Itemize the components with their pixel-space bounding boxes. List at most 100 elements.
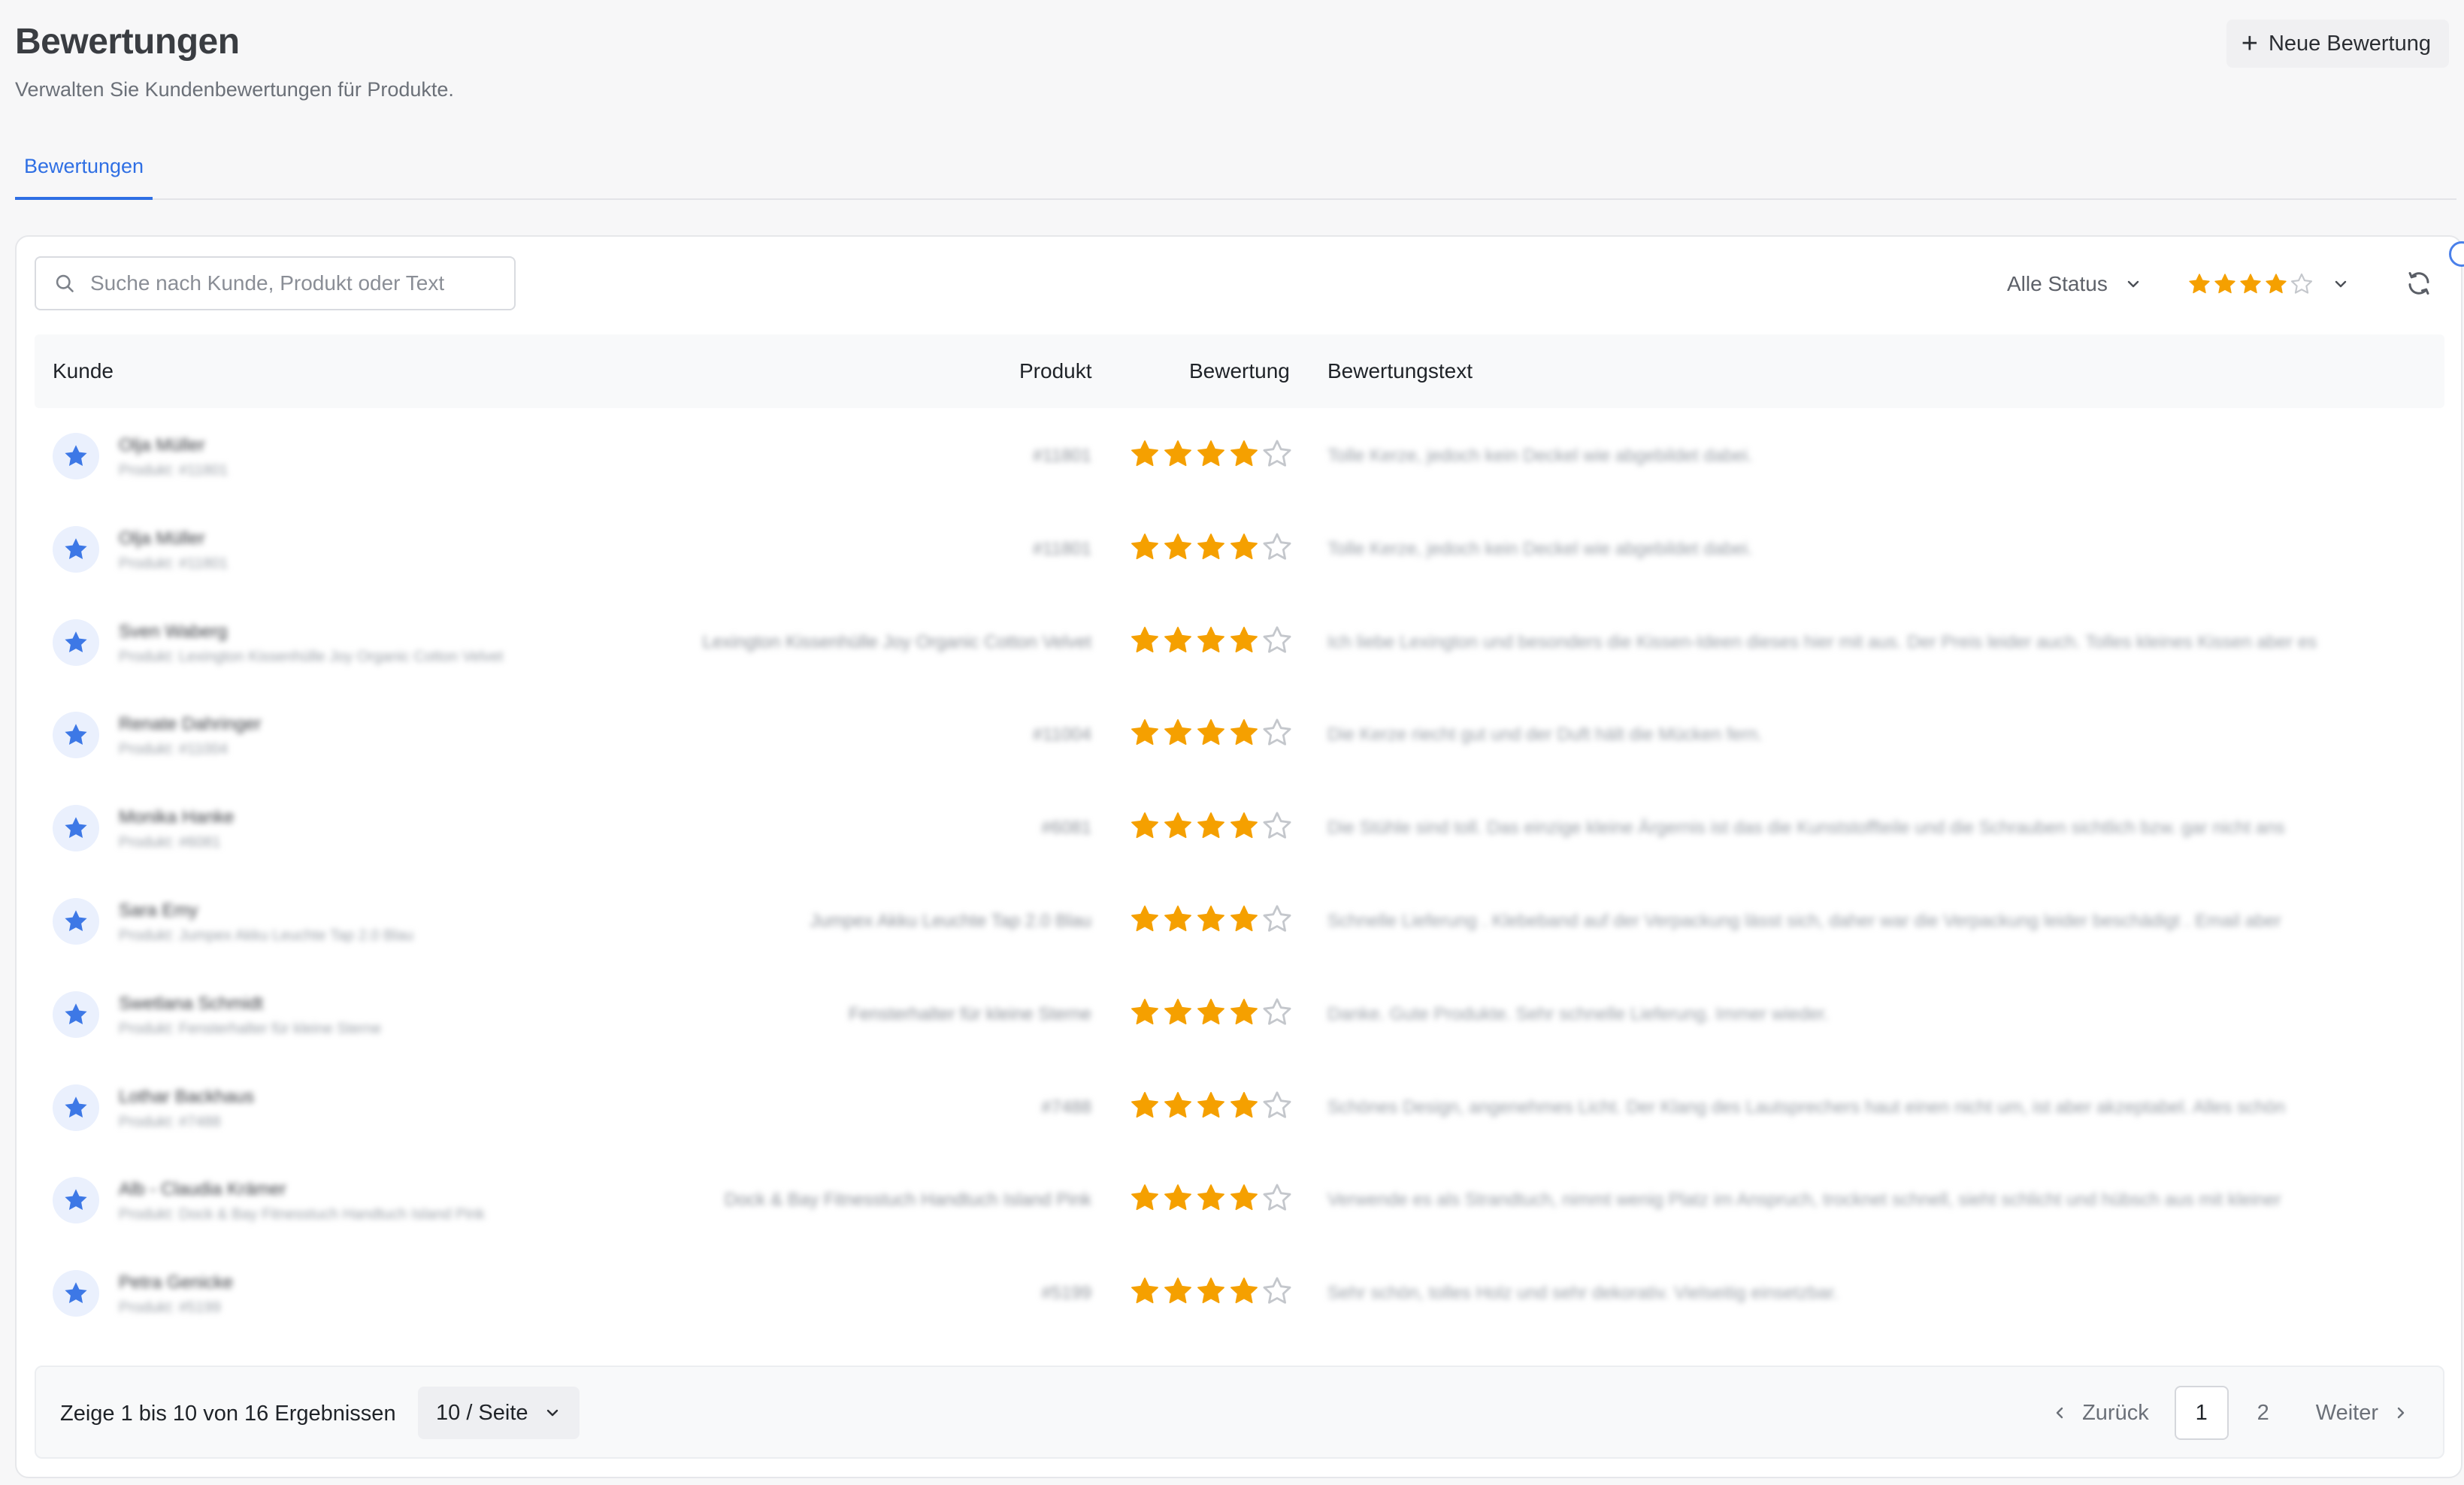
column-header-rating[interactable]: Bewertung: [1189, 334, 1290, 408]
avatar: [53, 433, 99, 479]
star-filled-icon: [1197, 1091, 1224, 1118]
pagination-footer: Zeige 1 bis 10 von 16 Ergebnissen 10 / S…: [35, 1366, 2444, 1459]
customer-product-subtitle: Produkt: #6081: [119, 834, 221, 851]
star-filled-icon: [1131, 440, 1158, 467]
star-filled-icon: [1230, 533, 1258, 559]
rating-stars: [1129, 717, 1293, 749]
column-header-product[interactable]: Produkt: [1019, 334, 1092, 408]
star-filled-icon: [1164, 905, 1191, 932]
review-text: Verwende es als Strandtuch, nimmt wenig …: [1327, 1190, 2281, 1211]
product-cell: Lexington Kissenhülle Joy Organic Cotton…: [702, 631, 1091, 652]
page-button-1[interactable]: 1: [2174, 1386, 2229, 1440]
star-filled-icon: [1131, 905, 1158, 932]
rating-stars: [1129, 997, 1293, 1028]
star-empty-icon: [1263, 1277, 1291, 1304]
star-filled-icon: [1230, 719, 1258, 746]
avatar: [53, 525, 99, 573]
star-filled-icon: [1164, 998, 1191, 1024]
status-filter-value: Alle Status: [2007, 272, 2108, 295]
rating-stars: [1129, 438, 1293, 470]
customer-name: Lothar Backhaus: [119, 1086, 255, 1107]
chevron-down-icon: [2335, 280, 2347, 288]
refresh-icon: [2408, 272, 2429, 295]
table-row[interactable]: Sven Waberg Produkt: Lexington Kissenhül…: [35, 596, 2444, 689]
star-filled-icon: [1230, 1091, 1258, 1118]
table-header: Kunde Produkt Bewertung Bewertungstext: [35, 334, 2444, 408]
table-row[interactable]: Swetlana Schmidt Produkt: Fensterhalter …: [35, 968, 2444, 1061]
prev-page-button[interactable]: Zurück: [2051, 1401, 2149, 1426]
star-filled-icon: [1197, 1184, 1224, 1211]
star-icon: [65, 1282, 87, 1304]
rating-filter[interactable]: [2187, 264, 2350, 304]
rating-stars: [1129, 1182, 1293, 1214]
customer-name: Sara Emy: [119, 900, 198, 921]
table-row[interactable]: Lothar Backhaus Produkt: #7488 #7488 Sch…: [35, 1061, 2444, 1154]
avatar: [53, 991, 99, 1038]
table-row[interactable]: Olja Müller Produkt: #11801 #11801 Tolle…: [35, 410, 2444, 503]
star-filled-icon: [1197, 533, 1224, 559]
review-text: Die Stühle sind toll. Das einzige kleine…: [1327, 818, 2285, 839]
review-text: Ich liebe Lexington und besonders die Ki…: [1327, 631, 2317, 652]
star-empty-icon: [2290, 273, 2313, 294]
search-icon: [56, 274, 74, 292]
refresh-button[interactable]: [2398, 262, 2440, 304]
column-header-customer[interactable]: Kunde: [53, 334, 114, 408]
rating-stars: [1129, 531, 1293, 563]
search-input[interactable]: [90, 271, 496, 295]
product-cell: #7488: [1041, 1096, 1091, 1118]
table-row[interactable]: Olja Müller Produkt: #11801 #11801 Tolle…: [35, 503, 2444, 596]
table-row[interactable]: Renate Dahringer Produkt: #11004 #11004 …: [35, 688, 2444, 782]
review-text: Die Kerze riecht gut und der Duft hält d…: [1327, 724, 1763, 746]
star-filled-icon: [1131, 998, 1158, 1024]
star-empty-icon: [1263, 998, 1291, 1025]
table-row[interactable]: Sara Emy Produkt: Jumpex Akku Leuchte Ta…: [35, 875, 2444, 968]
next-page-button[interactable]: Weiter: [2316, 1401, 2410, 1426]
table-row[interactable]: Petra Genicke Produkt: #5199 #5199 Sehr …: [35, 1247, 2444, 1340]
review-text: Danke. Gute Produkte. Sehr schnelle Lief…: [1327, 1003, 1830, 1024]
star-filled-icon: [1164, 1184, 1191, 1211]
next-page-label: Weiter: [2315, 1400, 2378, 1425]
star-filled-icon: [1131, 812, 1158, 839]
new-review-label: Neue Bewertung: [2268, 31, 2431, 56]
star-icon: [65, 445, 87, 467]
star-filled-icon: [1131, 1184, 1158, 1211]
rating-stars: [1129, 1090, 1293, 1121]
customer-product-subtitle: Produkt: Jumpex Akku Leuchte Tap 2.0 Bla…: [119, 927, 414, 944]
rating-stars: [1129, 1275, 1293, 1307]
star-filled-icon: [2189, 274, 2210, 294]
review-text: Tolle Kerze, jedoch kein Deckel wie abge…: [1327, 446, 1753, 466]
table-row[interactable]: Alb - Claudia Krämer Produkt: Dock & Bay…: [35, 1154, 2444, 1247]
star-filled-icon: [1230, 812, 1258, 839]
star-icon: [65, 817, 87, 839]
customer-name: Renate Dahringer: [119, 714, 262, 735]
star-filled-icon: [1230, 440, 1258, 467]
star-empty-icon: [1263, 812, 1291, 839]
star-filled-icon: [2214, 274, 2235, 294]
search-box[interactable]: [35, 256, 516, 310]
star-filled-icon: [1131, 719, 1158, 746]
page-button-2[interactable]: 2: [2236, 1386, 2290, 1440]
star-filled-icon: [1197, 998, 1224, 1024]
customer-product-subtitle: Produkt: #11801: [119, 462, 229, 479]
customer-name: Petra Genicke: [119, 1272, 234, 1293]
table-row[interactable]: Monika Hanke Produkt: #6081 #6081 Die St…: [35, 782, 2444, 875]
star-filled-icon: [1197, 905, 1224, 932]
star-icon: [65, 631, 87, 652]
prev-page-label: Zurück: [2082, 1400, 2149, 1425]
star-filled-icon: [2266, 274, 2287, 294]
star-icon: [65, 1096, 87, 1118]
reviews-card: Alle Status Kunde Produkt Bewertung Bewe…: [15, 235, 2464, 1478]
product-cell: Jumpex Akku Leuchte Tap 2.0 Blau: [810, 910, 1091, 931]
avatar: [53, 897, 99, 945]
avatar: [53, 1270, 99, 1317]
tab-bar: Bewertungen: [15, 135, 2456, 200]
customer-product-subtitle: Produkt: #7488: [119, 1113, 221, 1130]
product-cell: Fensterhalter für kleine Sterne: [849, 1003, 1091, 1024]
page-size-select[interactable]: 10 / Seite: [418, 1387, 580, 1439]
product-cell: Dock & Bay Fitnesstuch Handtuch Island P…: [724, 1190, 1091, 1211]
star-filled-icon: [1230, 905, 1258, 932]
column-header-text[interactable]: Bewertungstext: [1327, 334, 1473, 408]
new-review-button[interactable]: + Neue Bewertung: [2226, 20, 2449, 68]
tab-reviews[interactable]: Bewertungen: [15, 135, 153, 200]
status-filter[interactable]: Alle Status: [2007, 264, 2142, 304]
